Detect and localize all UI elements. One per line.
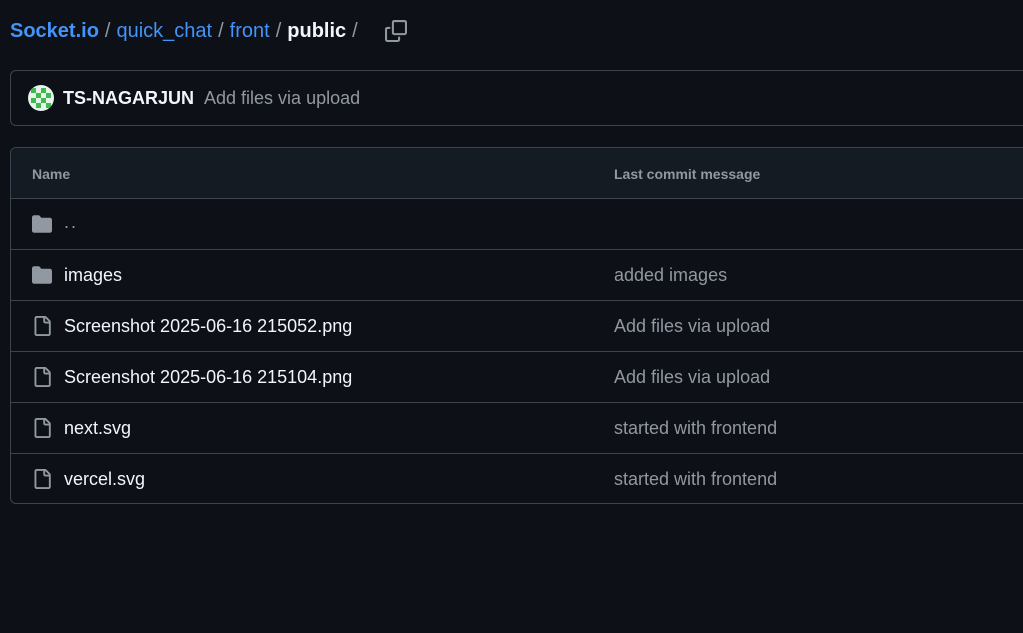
table-row-vercel-svg[interactable]: vercel.svg started with frontend (11, 454, 1023, 503)
breadcrumb: Socket.io / quick_chat / front / public … (10, 18, 412, 44)
breadcrumb-current: public (287, 19, 347, 42)
file-icon (31, 366, 53, 388)
file-name-link[interactable]: images (64, 265, 122, 286)
table-row-images[interactable]: images added images (11, 250, 1023, 301)
file-table: Name Last commit message .. images added… (10, 147, 1023, 504)
commit-message-link[interactable]: added images (614, 265, 727, 286)
column-header-last-commit-message: Last commit message (614, 166, 761, 182)
table-row-screenshot-215052[interactable]: Screenshot 2025-06-16 215052.png Add fil… (11, 301, 1023, 352)
table-row-parent-directory[interactable]: .. (11, 199, 1023, 250)
breadcrumb-repo-link[interactable]: Socket.io (10, 20, 99, 43)
breadcrumb-separator: / (275, 19, 282, 42)
commit-author-link[interactable]: TS-NAGARJUN (63, 88, 194, 109)
commit-message-link[interactable]: started with frontend (614, 418, 777, 439)
breadcrumb-separator: / (104, 19, 111, 42)
file-name-link[interactable]: next.svg (64, 418, 131, 439)
file-name-link[interactable]: vercel.svg (64, 469, 145, 490)
breadcrumb-front-link[interactable]: front (230, 20, 270, 43)
folder-icon (31, 213, 53, 235)
breadcrumb-separator: / (352, 19, 358, 42)
file-name-link[interactable]: Screenshot 2025-06-16 215104.png (64, 367, 352, 388)
folder-icon (31, 264, 53, 286)
copy-icon (384, 20, 407, 42)
commit-message-link[interactable]: started with frontend (614, 469, 777, 490)
commit-message-link[interactable]: Add files via upload (614, 316, 770, 337)
file-name-link[interactable]: Screenshot 2025-06-16 215052.png (64, 316, 352, 337)
latest-commit-bar: TS-NAGARJUN Add files via upload (10, 70, 1023, 126)
commit-message-link[interactable]: Add files via upload (204, 88, 360, 109)
file-icon (31, 315, 53, 337)
file-icon (31, 417, 53, 439)
breadcrumb-separator: / (218, 19, 224, 42)
table-header: Name Last commit message (11, 148, 1023, 199)
avatar[interactable] (28, 85, 54, 111)
copy-path-button[interactable] (380, 17, 412, 45)
table-row-next-svg[interactable]: next.svg started with frontend (11, 403, 1023, 454)
column-header-name: Name (32, 166, 71, 182)
file-icon (31, 468, 53, 490)
commit-message-link[interactable]: Add files via upload (614, 367, 770, 388)
table-row-screenshot-215104[interactable]: Screenshot 2025-06-16 215104.png Add fil… (11, 352, 1023, 403)
file-name-link[interactable]: .. (64, 212, 78, 233)
breadcrumb-quick-chat-link[interactable]: quick_chat (116, 20, 212, 43)
page: Socket.io / quick_chat / front / public … (0, 0, 1023, 633)
